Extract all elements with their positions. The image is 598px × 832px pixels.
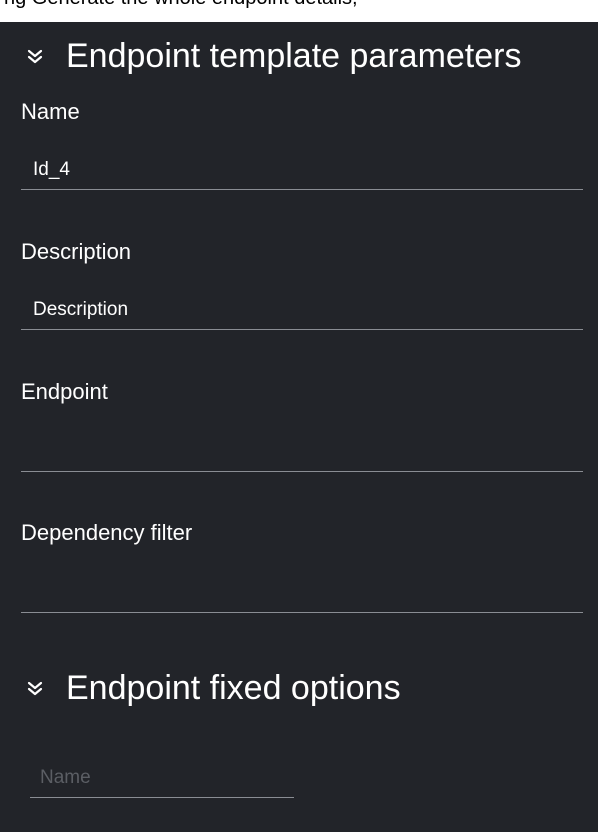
description-label: Description bbox=[21, 239, 132, 264]
template-parameters-title: Endpoint template parameters bbox=[66, 37, 522, 75]
endpoint-input[interactable] bbox=[21, 432, 583, 472]
template-parameters-section-toggle[interactable]: Endpoint template parameters bbox=[0, 28, 598, 84]
name-label: Name bbox=[21, 99, 80, 124]
dependency-filter-input[interactable] bbox=[21, 573, 583, 613]
endpoint-details-panel: Endpoint template parameters Name Descri… bbox=[0, 22, 598, 832]
endpoint-label: Endpoint bbox=[21, 379, 108, 404]
fixed-options-section-toggle[interactable]: Endpoint fixed options bbox=[0, 660, 598, 716]
chevrons-down-icon bbox=[27, 681, 43, 696]
cutoff-text: ng Generate the whole endpoint details, bbox=[4, 0, 358, 11]
dependency-filter-label: Dependency filter bbox=[21, 520, 193, 545]
name-input[interactable] bbox=[21, 150, 583, 190]
top-cutoff-text-strip: ng Generate the whole endpoint details, bbox=[0, 0, 598, 22]
fixed-option-name-input[interactable] bbox=[30, 758, 294, 798]
chevrons-down-icon bbox=[27, 49, 43, 64]
fixed-options-title: Endpoint fixed options bbox=[66, 669, 401, 707]
description-input[interactable] bbox=[21, 290, 583, 330]
